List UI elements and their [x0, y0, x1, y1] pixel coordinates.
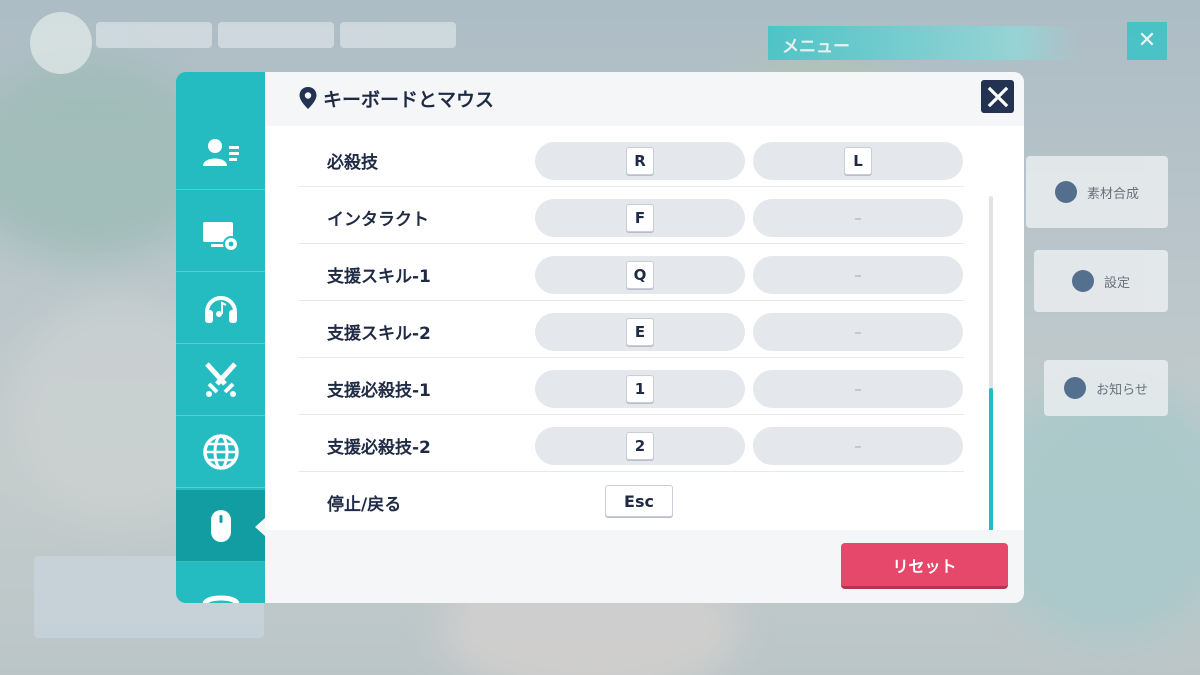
close-icon — [987, 86, 1008, 107]
keybinding-row: インタラクト F – — [299, 187, 964, 244]
background-settings-label: 設定 — [1103, 275, 1130, 291]
secondary-key-slot[interactable]: – — [753, 427, 963, 465]
empty-slot-dash: – — [854, 437, 862, 455]
keycap: Q — [626, 261, 654, 289]
background-close-icon: ✕ — [1127, 22, 1167, 60]
action-label: 支援必殺技-2 — [327, 438, 431, 458]
background-news-button: お知らせ — [1044, 360, 1168, 416]
action-label: インタラクト — [327, 210, 429, 230]
background-resource-bar — [96, 22, 456, 48]
background-news-label: お知らせ — [1096, 382, 1148, 398]
secondary-key-slot[interactable]: – — [753, 370, 963, 408]
fixed-keycap: Esc — [605, 485, 673, 517]
background-avatar — [30, 12, 92, 74]
secondary-key-slot[interactable]: L — [753, 142, 963, 180]
close-button[interactable] — [981, 80, 1014, 113]
active-tab-pointer — [255, 518, 265, 536]
location-pin-icon — [299, 87, 317, 109]
secondary-key-slot[interactable]: – — [753, 313, 963, 351]
background-craft-button: 素材合成 — [1026, 156, 1168, 228]
action-label: 停止/戻る — [327, 495, 402, 515]
primary-key-slot[interactable]: F — [535, 199, 745, 237]
empty-slot-dash: – — [854, 380, 862, 398]
display-settings-icon — [202, 221, 239, 252]
globe-icon — [202, 433, 239, 470]
keycap: 1 — [626, 375, 654, 403]
empty-slot-dash: – — [854, 323, 862, 341]
background-menu-title: メニュー — [768, 26, 1078, 60]
action-label: 必殺技 — [327, 153, 378, 173]
keybinding-row: 停止/戻る Esc — [299, 472, 964, 529]
keybinding-row: 支援スキル-1 Q – — [299, 244, 964, 301]
keyboard-mouse-panel: キーボードとマウス 必殺技 R L インタラクト F – 支援スキル-1 Q –… — [265, 72, 1024, 603]
primary-key-slot[interactable]: 2 — [535, 427, 745, 465]
crossed-swords-icon — [204, 361, 237, 397]
tab-profile[interactable] — [176, 118, 265, 190]
tab-audio[interactable] — [176, 272, 265, 344]
action-label: 支援必殺技-1 — [327, 381, 431, 401]
keybinding-row: 支援スキル-2 E – — [299, 301, 964, 358]
keycap: R — [626, 147, 654, 175]
profile-list-icon — [202, 138, 239, 166]
tab-display[interactable] — [176, 200, 265, 272]
primary-key-slot[interactable]: R — [535, 142, 745, 180]
empty-slot-dash: – — [854, 266, 862, 284]
tab-keyboard-mouse[interactable] — [176, 490, 265, 562]
keybinding-list[interactable]: 必殺技 R L インタラクト F – 支援スキル-1 Q – 支援スキル-2 E… — [265, 126, 1024, 530]
keybinding-row: 支援必殺技-1 1 – — [299, 358, 964, 415]
keycap: L — [844, 147, 872, 175]
panel-header: キーボードとマウス — [265, 72, 1024, 124]
secondary-key-slot[interactable]: – — [753, 199, 963, 237]
settings-category-sidebar — [176, 72, 265, 603]
primary-key-slot[interactable]: E — [535, 313, 745, 351]
keybinding-row: 必殺技 R L — [299, 130, 964, 187]
panel-title: キーボードとマウス — [323, 88, 495, 111]
scrollbar-thumb[interactable] — [989, 388, 993, 530]
keybinding-row: 支援必殺技-2 2 – — [299, 415, 964, 472]
action-label: 支援スキル-1 — [327, 267, 431, 287]
headphones-icon — [204, 295, 237, 323]
tab-battle[interactable] — [176, 344, 265, 416]
secondary-key-slot[interactable]: – — [753, 256, 963, 294]
tab-controller[interactable] — [176, 562, 265, 603]
primary-key-slot[interactable]: 1 — [535, 370, 745, 408]
keycap: 2 — [626, 432, 654, 460]
reset-button[interactable]: リセット — [841, 543, 1008, 589]
action-label: 支援スキル-2 — [327, 324, 431, 344]
mouse-icon — [210, 509, 231, 542]
background-settings-button: 設定 — [1034, 250, 1168, 312]
primary-key-slot[interactable]: Q — [535, 256, 745, 294]
tab-language[interactable] — [176, 416, 265, 488]
background-craft-label: 素材合成 — [1086, 186, 1139, 202]
empty-slot-dash: – — [854, 209, 862, 227]
gamepad-icon — [202, 595, 239, 603]
keycap: F — [626, 204, 654, 232]
scrollbar[interactable] — [989, 196, 993, 530]
keycap: E — [626, 318, 654, 346]
